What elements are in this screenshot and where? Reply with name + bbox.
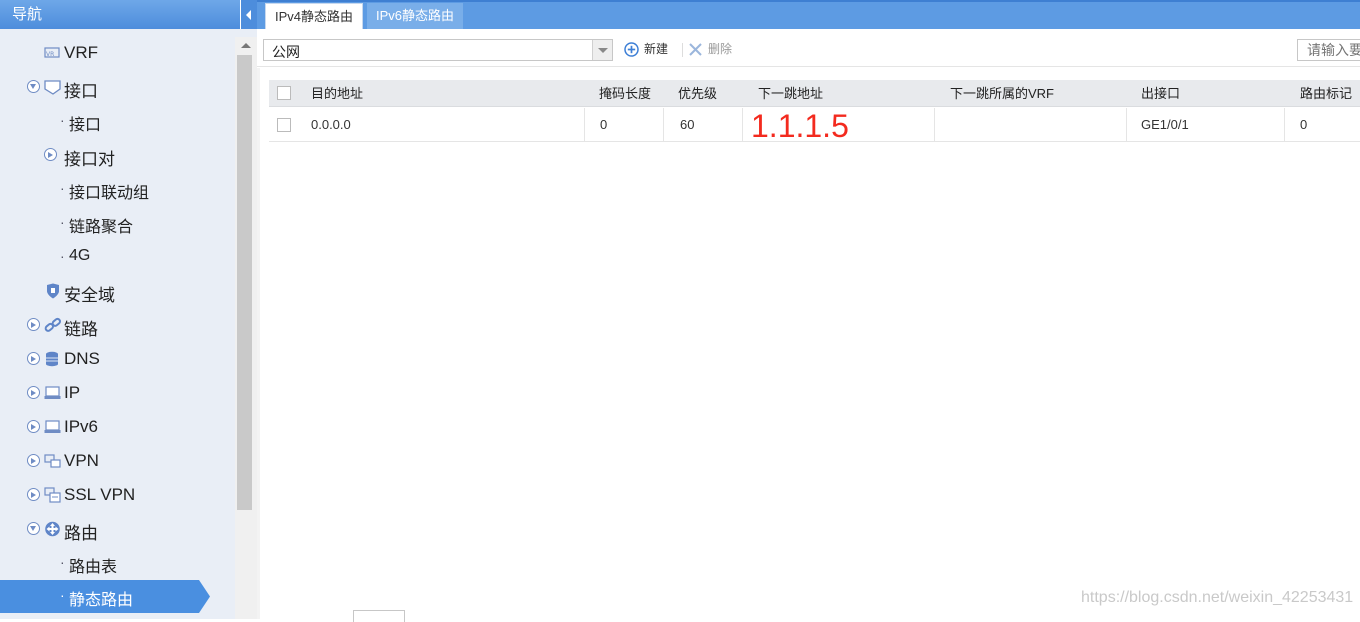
nav-item-label: 安全域: [64, 286, 115, 305]
expand-toggle-icon[interactable]: [44, 148, 57, 161]
expand-toggle-icon[interactable]: [27, 80, 40, 93]
nav-item-label: 接口联动组: [69, 185, 150, 202]
cell-out-interface: GE1/0/1: [1141, 117, 1189, 132]
vrf-icon: VR: [44, 47, 60, 58]
cell-next-hop: 1.1.1.5: [751, 108, 849, 144]
content-area: 目的地址 掩码长度 优先级 下一跳地址 下一跳所属的VRF 出接口 路由标记 0…: [257, 68, 1360, 622]
watermark: https://blog.csdn.net/weixin_42253431: [1081, 589, 1354, 606]
select-all-checkbox[interactable]: [277, 86, 291, 100]
nav-item-security-zone[interactable]: 安全域: [0, 275, 235, 309]
expand-toggle-icon[interactable]: [27, 318, 40, 331]
nav-item-label: VPN: [64, 451, 99, 470]
main-panel: IPv4静态路由 IPv6静态路由 公网 新建 删除 请输入要 目的地址 掩码长…: [257, 0, 1360, 622]
table-header: 目的地址 掩码长度 优先级 下一跳地址 下一跳所属的VRF 出接口 路由标记: [269, 80, 1360, 107]
column-header[interactable]: 下一跳地址: [758, 80, 823, 107]
sidebar-scrollbar[interactable]: [235, 37, 257, 619]
column-header[interactable]: 目的地址: [311, 80, 363, 107]
column-header[interactable]: 出接口: [1141, 80, 1180, 107]
tab-ipv6-static-route[interactable]: IPv6静态路由: [367, 3, 464, 29]
nav-item-label: VRF: [64, 43, 98, 62]
nav-item-dns[interactable]: DNS: [0, 343, 235, 377]
expand-toggle-icon[interactable]: [27, 454, 40, 467]
nav-item-interface-linkage-group[interactable]: · 接口联动组: [0, 173, 235, 207]
nav-item-4g[interactable]: · 4G: [0, 241, 235, 275]
nav-item-label: IPv6: [64, 417, 99, 436]
navigation-sidebar: 导航 VR VRF 接口 · 接口 接口对 · 接口联动组 · 链路聚合 · 4…: [0, 0, 257, 619]
nav-header: 导航: [0, 0, 240, 29]
nav-item-ipv6[interactable]: IPv6: [0, 411, 235, 445]
new-button-label: 新建: [644, 42, 669, 56]
column-header[interactable]: 掩码长度: [599, 80, 651, 107]
vpn-icon: [44, 454, 61, 468]
nav-item-vpn[interactable]: VPN: [0, 445, 235, 479]
cell-route-tag: 0: [1300, 117, 1308, 132]
add-circle-icon: [624, 42, 639, 57]
delete-button[interactable]: 删除: [688, 40, 743, 60]
interface-icon: [44, 80, 61, 95]
column-header[interactable]: 路由标记: [1300, 80, 1352, 107]
nav-item-label: SSL VPN: [64, 485, 136, 504]
cell-dest-address: 0.0.0.0: [311, 117, 351, 132]
nav-item-interface[interactable]: 接口: [0, 71, 235, 105]
expand-toggle-icon[interactable]: [27, 352, 40, 365]
nav-item-interface-sub[interactable]: · 接口: [0, 105, 235, 139]
toolbar-divider: [682, 43, 683, 57]
ssl-vpn-icon: [44, 487, 61, 503]
expand-toggle-icon[interactable]: [27, 420, 40, 433]
nav-item-label: 链路聚合: [69, 219, 134, 236]
cell-mask-length: 0: [600, 117, 608, 132]
svg-text:VR: VR: [46, 51, 54, 58]
nav-item-label: 接口: [69, 117, 102, 134]
vrf-select-value: 公网: [272, 44, 300, 60]
route-grid: 目的地址 掩码长度 优先级 下一跳地址 下一跳所属的VRF 出接口 路由标记 0…: [260, 68, 1360, 622]
nav-item-label: 接口: [64, 82, 98, 101]
database-icon: [46, 351, 58, 367]
link-icon: [44, 317, 61, 332]
scrollbar-thumb[interactable]: [237, 55, 252, 510]
expand-toggle-icon[interactable]: [27, 386, 40, 399]
nav-item-interface-pair[interactable]: 接口对: [0, 139, 235, 173]
nav-item-link-aggregation[interactable]: · 链路聚合: [0, 207, 235, 241]
nav-item-label: 4G: [69, 247, 91, 264]
router-icon: [45, 521, 60, 537]
delete-button-label: 删除: [708, 42, 733, 56]
nav-item-label: 链路: [64, 320, 98, 339]
column-header[interactable]: 下一跳所属的VRF: [950, 80, 1054, 107]
toolbar: 公网 新建 删除: [257, 29, 1360, 67]
vrf-select[interactable]: 公网: [263, 39, 613, 61]
nav-item-routing-table[interactable]: · 路由表: [0, 547, 235, 581]
scroll-up-arrow-icon[interactable]: [241, 43, 251, 48]
expand-toggle-icon[interactable]: [27, 522, 40, 535]
row-checkbox[interactable]: [277, 118, 291, 132]
nav-item-ip[interactable]: IP: [0, 377, 235, 411]
tab-ipv4-static-route[interactable]: IPv4静态路由: [265, 3, 364, 29]
nav-item-label: 静态路由: [69, 592, 134, 609]
nav-item-ssl-vpn[interactable]: SSL VPN: [0, 479, 235, 513]
nav-item-vrf[interactable]: VR VRF: [0, 37, 235, 71]
nav-item-static-route[interactable]: · 静态路由: [0, 580, 210, 613]
nav-item-label: 路由表: [69, 559, 118, 576]
new-button[interactable]: 新建: [624, 40, 684, 60]
network-card-icon: [44, 386, 61, 399]
search-input[interactable]: [1297, 39, 1360, 61]
table-row[interactable]: 0.0.0.0 0 60 1.1.1.5 GE1/0/1 0: [269, 108, 1360, 144]
tab-bar: IPv4静态路由 IPv6静态路由: [257, 0, 1360, 29]
shield-icon: [47, 283, 59, 299]
nav-item-label: 路由: [64, 524, 98, 543]
nav-item-label: DNS: [64, 349, 100, 368]
expand-toggle-icon[interactable]: [27, 488, 40, 501]
network-card-icon: [44, 420, 61, 433]
chevron-down-icon[interactable]: [592, 40, 612, 60]
collapse-sidebar-button[interactable]: [240, 0, 257, 29]
nav-item-link[interactable]: 链路: [0, 309, 235, 343]
delete-x-icon: [689, 43, 702, 56]
page-size-input[interactable]: [353, 610, 405, 622]
column-header[interactable]: 优先级: [678, 80, 717, 107]
cell-priority: 60: [680, 117, 695, 132]
nav-item-label: IP: [64, 383, 81, 402]
nav-item-label: 接口对: [64, 150, 115, 169]
nav-item-routing[interactable]: 路由: [0, 513, 235, 547]
